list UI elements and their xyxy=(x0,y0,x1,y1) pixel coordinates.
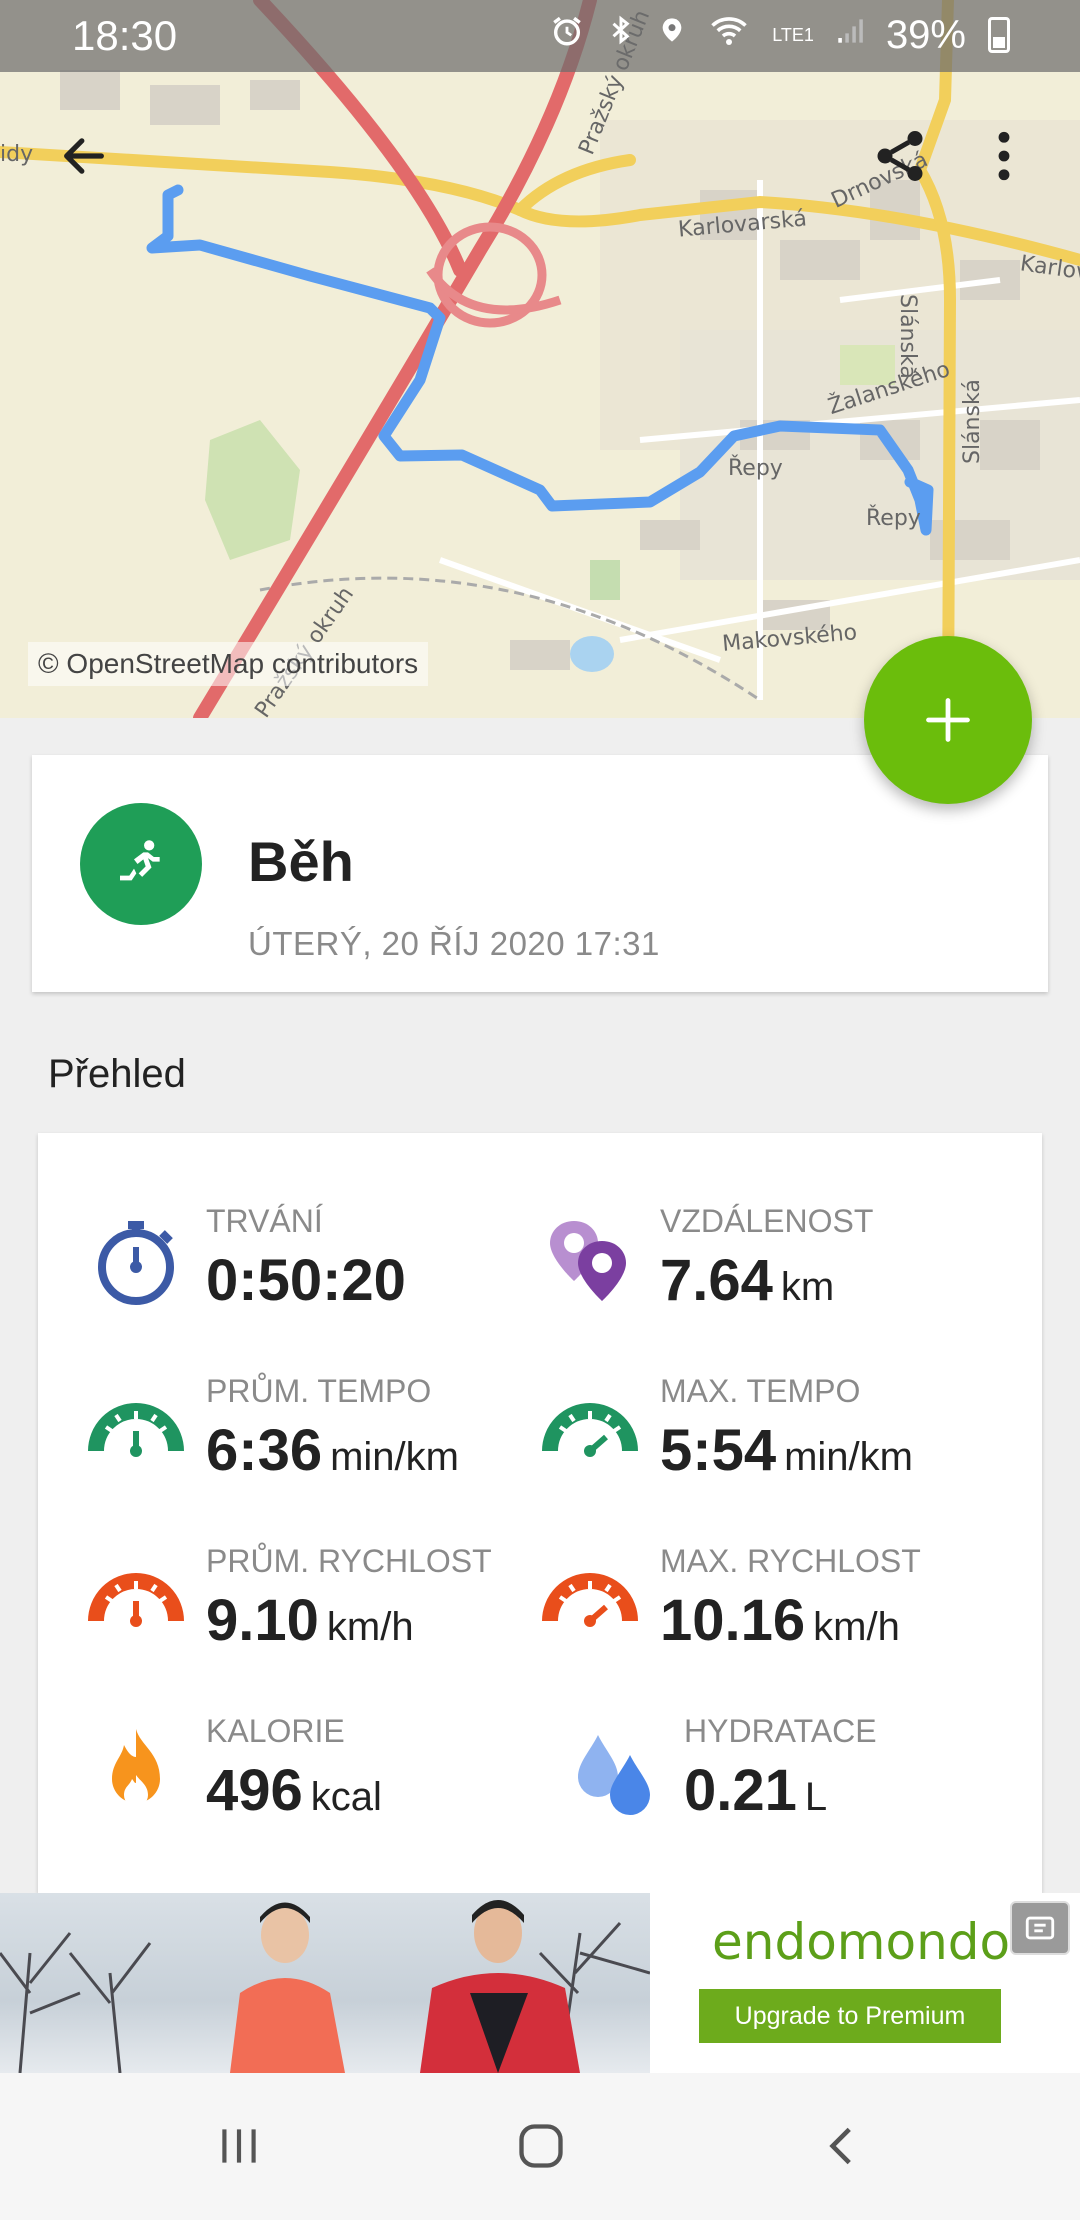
stat-hydration[interactable]: HYDRATACE 0.21 L xyxy=(566,1713,1006,1853)
stopwatch-icon xyxy=(98,1221,174,1305)
recent-apps-button[interactable] xyxy=(184,2101,294,2191)
plus-icon xyxy=(926,698,970,742)
stat-unit: min/km xyxy=(330,1435,459,1479)
stat-unit: min/km xyxy=(784,1435,913,1479)
flame-icon xyxy=(112,1729,160,1807)
status-time: 18:30 xyxy=(72,12,178,59)
stat-calories[interactable]: KALORIE 496 kcal xyxy=(88,1713,528,1853)
alarm-icon xyxy=(550,13,584,58)
stat-avg-pace[interactable]: PRŮM. TEMPO 6:36 min/km xyxy=(88,1373,528,1513)
wifi-icon xyxy=(708,12,750,58)
map-label: Řepy xyxy=(728,456,783,481)
ad-photo xyxy=(0,1893,650,2073)
stat-unit: kcal xyxy=(310,1775,382,1819)
overview-stats-card: TRVÁNÍ 0:50:20 VZDÁLENOST 7.64 km PRŮM. T… xyxy=(38,1133,1042,1893)
stat-value: 496 xyxy=(206,1758,303,1823)
location-icon xyxy=(658,12,686,58)
signal-icon xyxy=(836,13,864,58)
battery-percent: 39% xyxy=(885,12,966,57)
map-label: Řepy xyxy=(866,506,921,531)
stat-label: KALORIE xyxy=(206,1713,345,1749)
share-icon xyxy=(877,131,923,181)
ad-banner[interactable]: endomondo Upgrade to Premium xyxy=(0,1893,1080,2073)
home-icon xyxy=(519,2124,563,2168)
speed-gauge-icon xyxy=(88,1573,184,1627)
arrow-back-icon xyxy=(64,138,104,174)
stat-value: 0.21 xyxy=(684,1758,797,1823)
bluetooth-icon xyxy=(606,12,636,58)
stat-unit: km/h xyxy=(326,1605,414,1649)
ad-brand: endomondo xyxy=(712,1913,1011,1971)
stat-unit: km xyxy=(780,1265,835,1309)
ad-choices-icon[interactable] xyxy=(1010,1901,1070,1955)
nav-back-button[interactable] xyxy=(788,2101,898,2191)
sport-icon-badge xyxy=(80,803,202,925)
stat-duration[interactable]: TRVÁNÍ 0:50:20 xyxy=(88,1203,528,1343)
stat-label: PRŮM. TEMPO xyxy=(206,1373,432,1409)
location-pins-icon xyxy=(550,1221,626,1301)
stat-max-speed[interactable]: MAX. RYCHLOST 10.16 km/h xyxy=(542,1543,982,1683)
running-icon xyxy=(120,840,160,881)
stat-label: HYDRATACE xyxy=(684,1713,877,1749)
water-drops-icon xyxy=(578,1735,650,1815)
stat-value: 7.64 xyxy=(660,1248,773,1313)
stat-label: VZDÁLENOST xyxy=(660,1203,874,1239)
battery-icon xyxy=(988,17,1010,53)
stat-value: 0:50:20 xyxy=(206,1248,406,1313)
stat-avg-speed[interactable]: PRŮM. RYCHLOST 9.10 km/h xyxy=(88,1543,528,1683)
status-icons: LTE1 39% xyxy=(550,12,1010,58)
sport-name: Běh xyxy=(248,830,354,893)
map-label: idy xyxy=(0,142,34,167)
status-bar: 18:30 LTE1 39% xyxy=(0,0,1080,72)
map-attribution[interactable]: © OpenStreetMap contributors xyxy=(28,642,429,686)
stat-label: PRŮM. RYCHLOST xyxy=(206,1543,492,1579)
stat-value: 5:54 xyxy=(660,1418,777,1483)
max-pace-gauge-icon xyxy=(542,1403,638,1457)
stat-value: 9.10 xyxy=(206,1588,319,1653)
system-nav-bar xyxy=(0,2073,1080,2220)
map-label: Slánská xyxy=(960,379,985,464)
home-button[interactable] xyxy=(486,2101,596,2191)
recent-apps-icon xyxy=(222,2129,256,2163)
max-speed-gauge-icon xyxy=(542,1573,638,1627)
workout-header-card: Běh ÚTERÝ, 20 ŘÍJ 2020 17:31 xyxy=(32,755,1048,992)
back-icon xyxy=(829,2127,851,2165)
overview-title: Přehled xyxy=(48,1052,186,1096)
route-map[interactable]: Karlovarská Karlov Drnovská Pražský okru… xyxy=(0,0,1080,718)
upgrade-premium-button[interactable]: Upgrade to Premium xyxy=(699,1989,1001,2043)
stat-distance[interactable]: VZDÁLENOST 7.64 km xyxy=(542,1203,982,1343)
pace-gauge-icon xyxy=(88,1403,184,1457)
stat-value: 10.16 xyxy=(660,1588,806,1653)
stat-max-pace[interactable]: MAX. TEMPO 5:54 min/km xyxy=(542,1373,982,1513)
map-label: Slánská xyxy=(895,294,920,379)
back-button[interactable] xyxy=(46,118,122,194)
workout-date: ÚTERÝ, 20 ŘÍJ 2020 17:31 xyxy=(248,925,660,962)
stat-label: MAX. RYCHLOST xyxy=(660,1543,921,1579)
overflow-menu-button[interactable] xyxy=(976,118,1032,194)
stat-value: 6:36 xyxy=(206,1418,323,1483)
stat-label: MAX. TEMPO xyxy=(660,1373,861,1409)
stat-label: TRVÁNÍ xyxy=(206,1203,323,1239)
stat-unit: km/h xyxy=(813,1605,900,1649)
stat-unit: L xyxy=(804,1775,828,1819)
share-button[interactable] xyxy=(862,118,938,194)
more-vert-icon xyxy=(998,131,1010,181)
add-fab-button[interactable] xyxy=(864,636,1032,804)
network-type: LTE1 xyxy=(772,25,814,45)
